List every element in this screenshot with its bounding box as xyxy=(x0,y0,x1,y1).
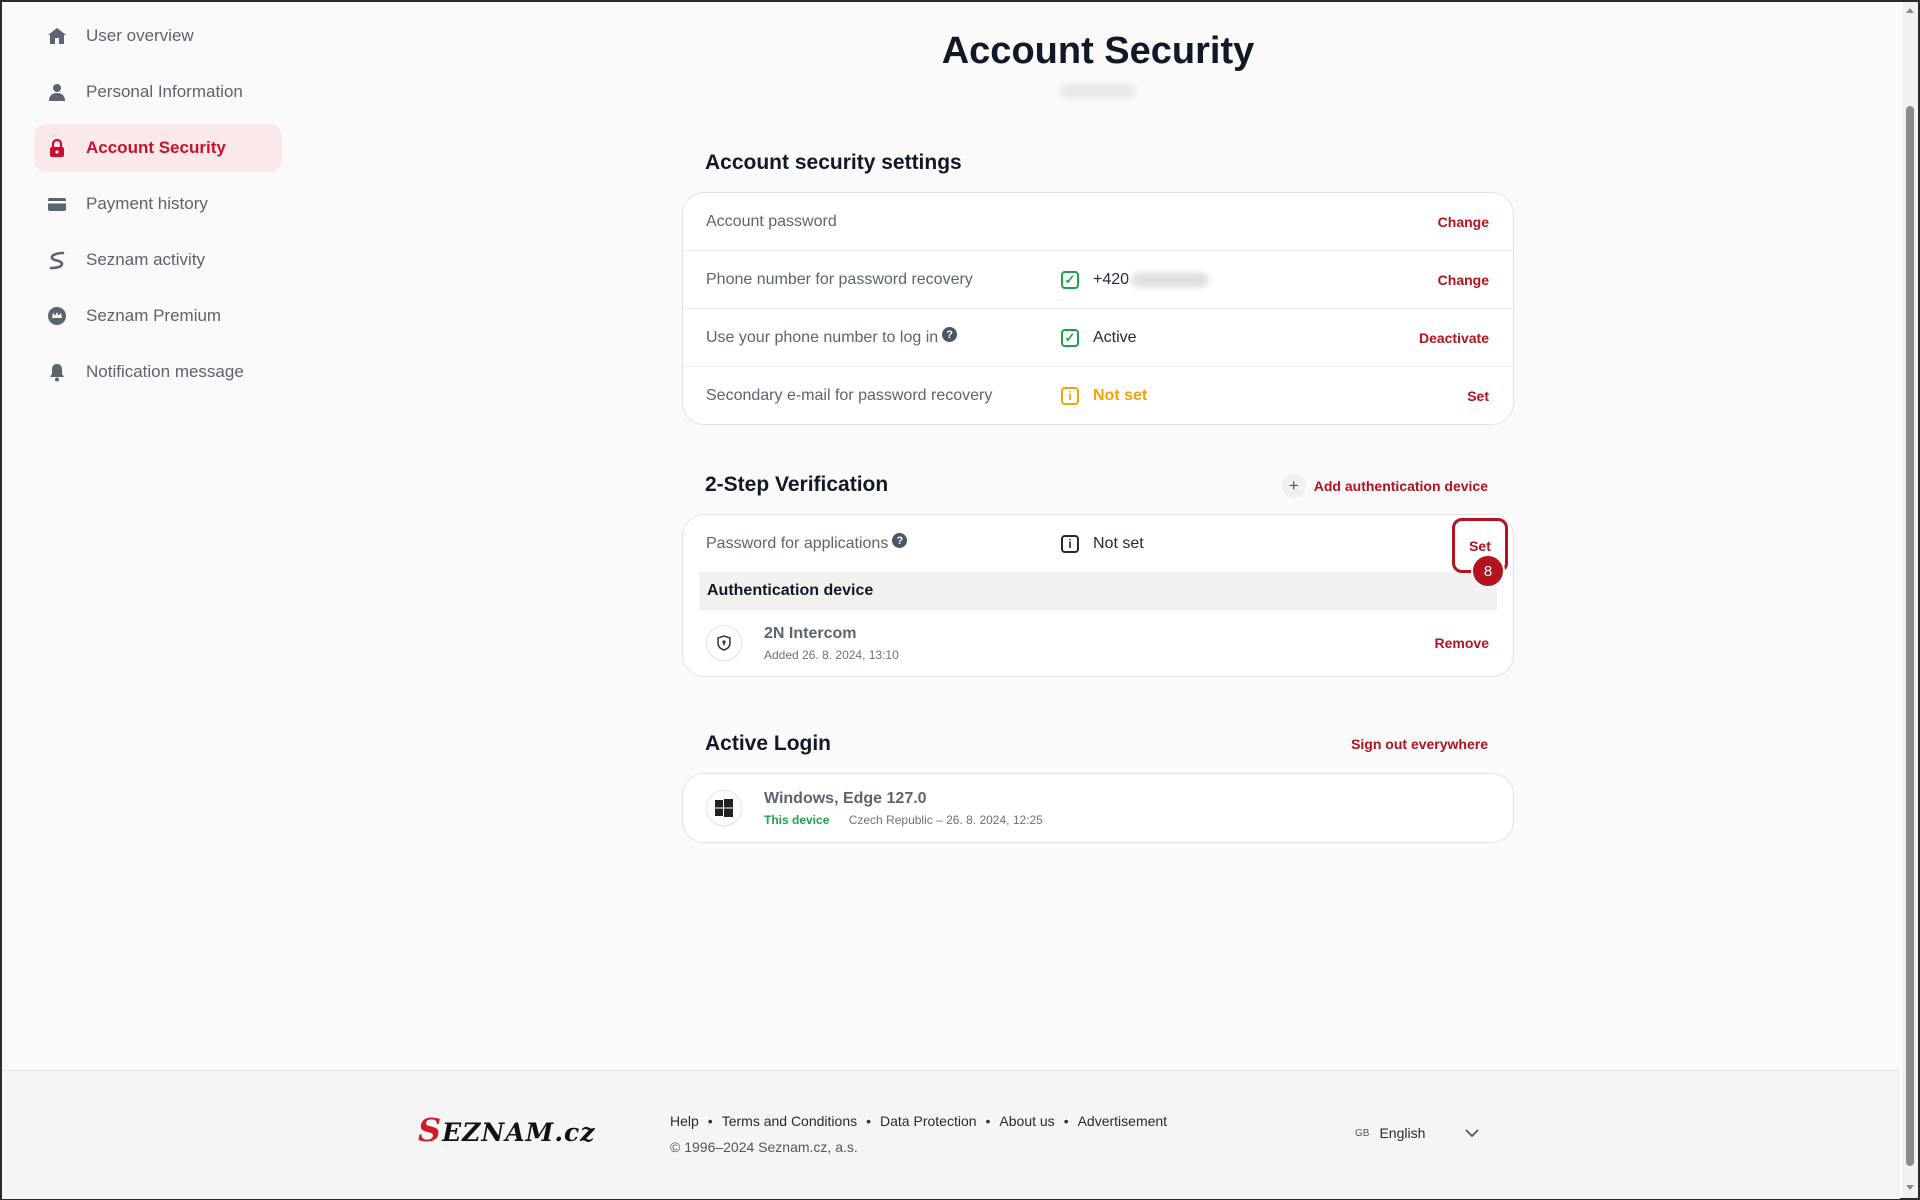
sidebar-item-label: User overview xyxy=(86,26,194,45)
app-password-status: i Not set xyxy=(1061,534,1144,553)
plus-icon: + xyxy=(1281,474,1306,498)
authentication-device-heading: Authentication device xyxy=(699,572,1497,610)
check-icon: ✓ xyxy=(1061,328,1079,347)
add-device-label: Add authentication device xyxy=(1313,478,1488,494)
separator-dot: • xyxy=(707,1113,713,1129)
separator-dot: • xyxy=(1063,1113,1069,1129)
footer: SEZNAM.cz Help • Terms and Conditions • … xyxy=(2,1070,1900,1199)
row-label: Secondary e-mail for password recovery xyxy=(706,386,993,404)
two-step-card: Password for applications ? i Not set Au… xyxy=(682,514,1514,677)
row-app-password: Password for applications ? i Not set xyxy=(683,515,1513,572)
deactivate-button[interactable]: Deactivate xyxy=(1419,330,1489,346)
row-phone-recovery: Phone number for password recovery ✓ +42… xyxy=(683,251,1513,309)
two-step-heading: 2-Step Verification xyxy=(705,473,889,496)
row-secondary-email: Secondary e-mail for password recovery i… xyxy=(683,367,1513,424)
status-text: Not set xyxy=(1093,534,1144,552)
device-row: 2N Intercom Added 26. 8. 2024, 13:10 Rem… xyxy=(683,610,1513,676)
sidebar-item-label: Account Security xyxy=(86,138,226,157)
sidebar-item-label: Seznam activity xyxy=(86,250,206,269)
help-icon[interactable]: ? xyxy=(892,533,908,548)
secondary-email-status: i Not set xyxy=(1061,386,1148,405)
info-icon: i xyxy=(1061,534,1079,553)
page-content: User overview Personal Information Accou… xyxy=(2,2,1900,1070)
row-account-password: Account password Change xyxy=(683,193,1513,251)
person-icon xyxy=(46,81,68,103)
lock-icon xyxy=(46,137,68,159)
add-authentication-device-button[interactable]: + Add authentication device xyxy=(1281,474,1488,498)
sidebar-item-label: Notification message xyxy=(86,362,244,381)
active-login-card: Windows, Edge 127.0 This device Czech Re… xyxy=(682,773,1514,843)
session-name: Windows, Edge 127.0 xyxy=(764,789,927,807)
row-phone-login: Use your phone number to log in ? ✓ Acti… xyxy=(683,309,1513,367)
scrollbar-thumb[interactable] xyxy=(1906,106,1914,1166)
seznam-s-icon xyxy=(46,249,68,271)
row-label: Password for applications xyxy=(706,534,889,552)
session-location-time: Czech Republic – 26. 8. 2024, 12:25 xyxy=(848,812,1043,827)
footer-link-help[interactable]: Help xyxy=(670,1113,699,1129)
scroll-up-arrow-icon[interactable] xyxy=(1906,8,1914,13)
language-select[interactable]: GB English xyxy=(1355,1125,1480,1141)
row-label: Use your phone number to log in xyxy=(706,328,939,346)
footer-link-advertisement[interactable]: Advertisement xyxy=(1078,1113,1167,1129)
sign-out-everywhere-button[interactable]: Sign out everywhere xyxy=(1351,736,1488,752)
change-phone-button[interactable]: Change xyxy=(1438,272,1489,288)
sidebar-item-payment-history[interactable]: Payment history xyxy=(34,180,282,228)
warning-icon: i xyxy=(1061,386,1079,405)
status-text: Not set xyxy=(1093,386,1148,404)
row-label: Phone number for password recovery xyxy=(706,270,973,288)
premium-icon xyxy=(46,305,68,327)
footer-links: Help • Terms and Conditions • Data Prote… xyxy=(670,1113,1167,1129)
separator-dot: • xyxy=(866,1113,872,1129)
card-icon xyxy=(46,193,68,215)
phone-login-status: ✓ Active xyxy=(1061,328,1137,347)
security-settings-heading: Account security settings xyxy=(705,151,962,174)
device-name: 2N Intercom xyxy=(764,624,857,642)
sidebar: User overview Personal Information Accou… xyxy=(34,12,282,404)
sidebar-item-seznam-activity[interactable]: Seznam activity xyxy=(34,236,282,284)
help-icon[interactable]: ? xyxy=(942,327,958,342)
windows-icon xyxy=(706,790,742,826)
footer-link-terms[interactable]: Terms and Conditions xyxy=(722,1113,857,1129)
scroll-down-arrow-icon[interactable] xyxy=(1906,1185,1914,1190)
check-icon: ✓ xyxy=(1061,270,1079,289)
language-code: GB xyxy=(1355,1127,1370,1139)
sidebar-item-label: Personal Information xyxy=(86,82,243,101)
sidebar-item-label: Seznam Premium xyxy=(86,306,222,325)
seznam-logo[interactable]: SEZNAM.cz xyxy=(418,1111,595,1149)
blurred-email xyxy=(1060,84,1136,98)
scrollbar[interactable] xyxy=(1902,2,1918,1198)
separator-dot: • xyxy=(985,1113,991,1129)
language-label: English xyxy=(1379,1125,1426,1141)
bell-icon xyxy=(46,361,68,383)
copyright: © 1996–2024 Seznam.cz, a.s. xyxy=(670,1139,858,1155)
sidebar-item-user-overview[interactable]: User overview xyxy=(34,12,282,60)
device-added: Added 26. 8. 2024, 13:10 xyxy=(764,647,899,662)
phone-prefix: +420 xyxy=(1093,270,1130,288)
remove-device-button[interactable]: Remove xyxy=(1435,635,1489,651)
phone-status: ✓ +420 xyxy=(1061,270,1210,289)
chevron-down-icon xyxy=(1465,1125,1480,1141)
sidebar-item-account-security[interactable]: Account Security xyxy=(34,124,282,172)
this-device-label: This device xyxy=(764,812,830,827)
row-label: Account password xyxy=(706,212,837,230)
sidebar-item-seznam-premium[interactable]: Seznam Premium xyxy=(34,292,282,340)
home-icon xyxy=(46,25,68,47)
sidebar-item-personal-information[interactable]: Personal Information xyxy=(34,68,282,116)
session-row: Windows, Edge 127.0 This device Czech Re… xyxy=(683,774,1513,842)
security-settings-card: Account password Change Phone number for… xyxy=(682,192,1514,425)
set-secondary-email-button[interactable]: Set xyxy=(1467,388,1489,404)
session-meta: This device Czech Republic – 26. 8. 2024… xyxy=(764,813,1043,827)
page-title: Account Security xyxy=(941,30,1255,72)
footer-link-data-protection[interactable]: Data Protection xyxy=(880,1113,977,1129)
change-password-button[interactable]: Change xyxy=(1438,214,1489,230)
shield-icon xyxy=(706,625,742,661)
sidebar-item-notification-message[interactable]: Notification message xyxy=(34,348,282,396)
blurred-phone-number xyxy=(1131,271,1210,288)
step-badge: 8 xyxy=(1471,554,1505,588)
active-login-heading: Active Login xyxy=(705,732,832,755)
sidebar-item-label: Payment history xyxy=(86,194,208,213)
footer-link-about[interactable]: About us xyxy=(999,1113,1054,1129)
status-text: Active xyxy=(1093,328,1137,346)
